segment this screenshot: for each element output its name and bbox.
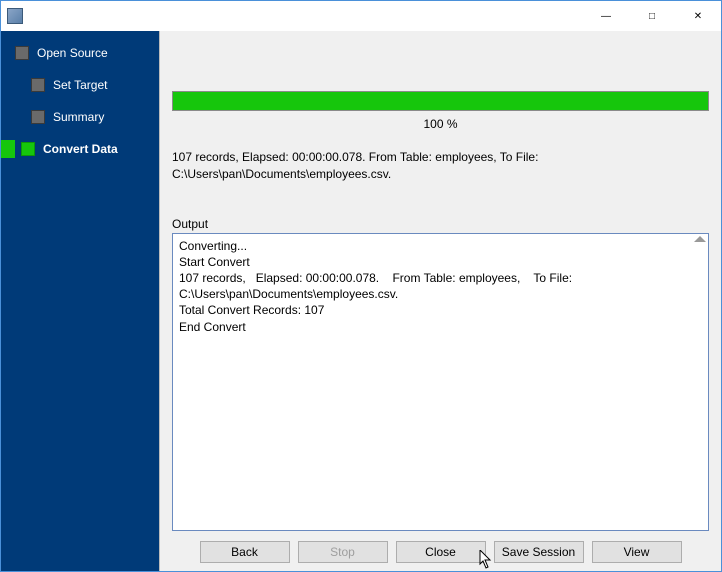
sidebar-item-label: Convert Data [43,142,118,156]
app-icon [7,8,23,24]
main-panel: 100 % 107 records, Elapsed: 00:00:00.078… [159,31,721,571]
close-window-button[interactable]: ✕ [675,1,721,31]
status-text: 107 records, Elapsed: 00:00:00.078. From… [172,149,709,183]
content-area: Open Source Set Target Summary Convert D… [1,31,721,571]
back-button[interactable]: Back [200,541,290,563]
progress-bar [172,91,709,111]
close-button[interactable]: Close [396,541,486,563]
output-textarea[interactable]: Converting... Start Convert 107 records,… [172,233,709,531]
stop-button[interactable]: Stop [298,541,388,563]
button-row: Back Stop Close Save Session View [172,531,709,563]
view-button[interactable]: View [592,541,682,563]
step-box-icon [31,78,45,92]
progress-percent-label: 100 % [172,117,709,131]
progress-section: 100 % [172,91,709,131]
sidebar-item-convert-data[interactable]: Convert Data [1,139,159,159]
sidebar-item-summary[interactable]: Summary [1,107,159,127]
sidebar-item-label: Summary [53,110,104,124]
minimize-button[interactable]: ― [583,1,629,31]
save-session-button[interactable]: Save Session [494,541,584,563]
wizard-sidebar: Open Source Set Target Summary Convert D… [1,31,159,571]
current-step-indicator-icon [1,140,15,158]
status-line: 107 records, Elapsed: 00:00:00.078. From… [172,149,709,166]
app-window: ― □ ✕ Open Source Set Target Summary Con… [0,0,722,572]
maximize-button[interactable]: □ [629,1,675,31]
titlebar: ― □ ✕ [1,1,721,31]
sidebar-item-set-target[interactable]: Set Target [1,75,159,95]
sidebar-item-open-source[interactable]: Open Source [1,43,159,63]
output-label: Output [172,217,709,231]
status-line: C:\Users\pan\Documents\employees.csv. [172,166,709,183]
sidebar-item-label: Open Source [37,46,108,60]
step-box-icon [15,46,29,60]
window-controls: ― □ ✕ [583,1,721,31]
sidebar-item-label: Set Target [53,78,107,92]
step-box-icon [31,110,45,124]
step-box-icon [21,142,35,156]
